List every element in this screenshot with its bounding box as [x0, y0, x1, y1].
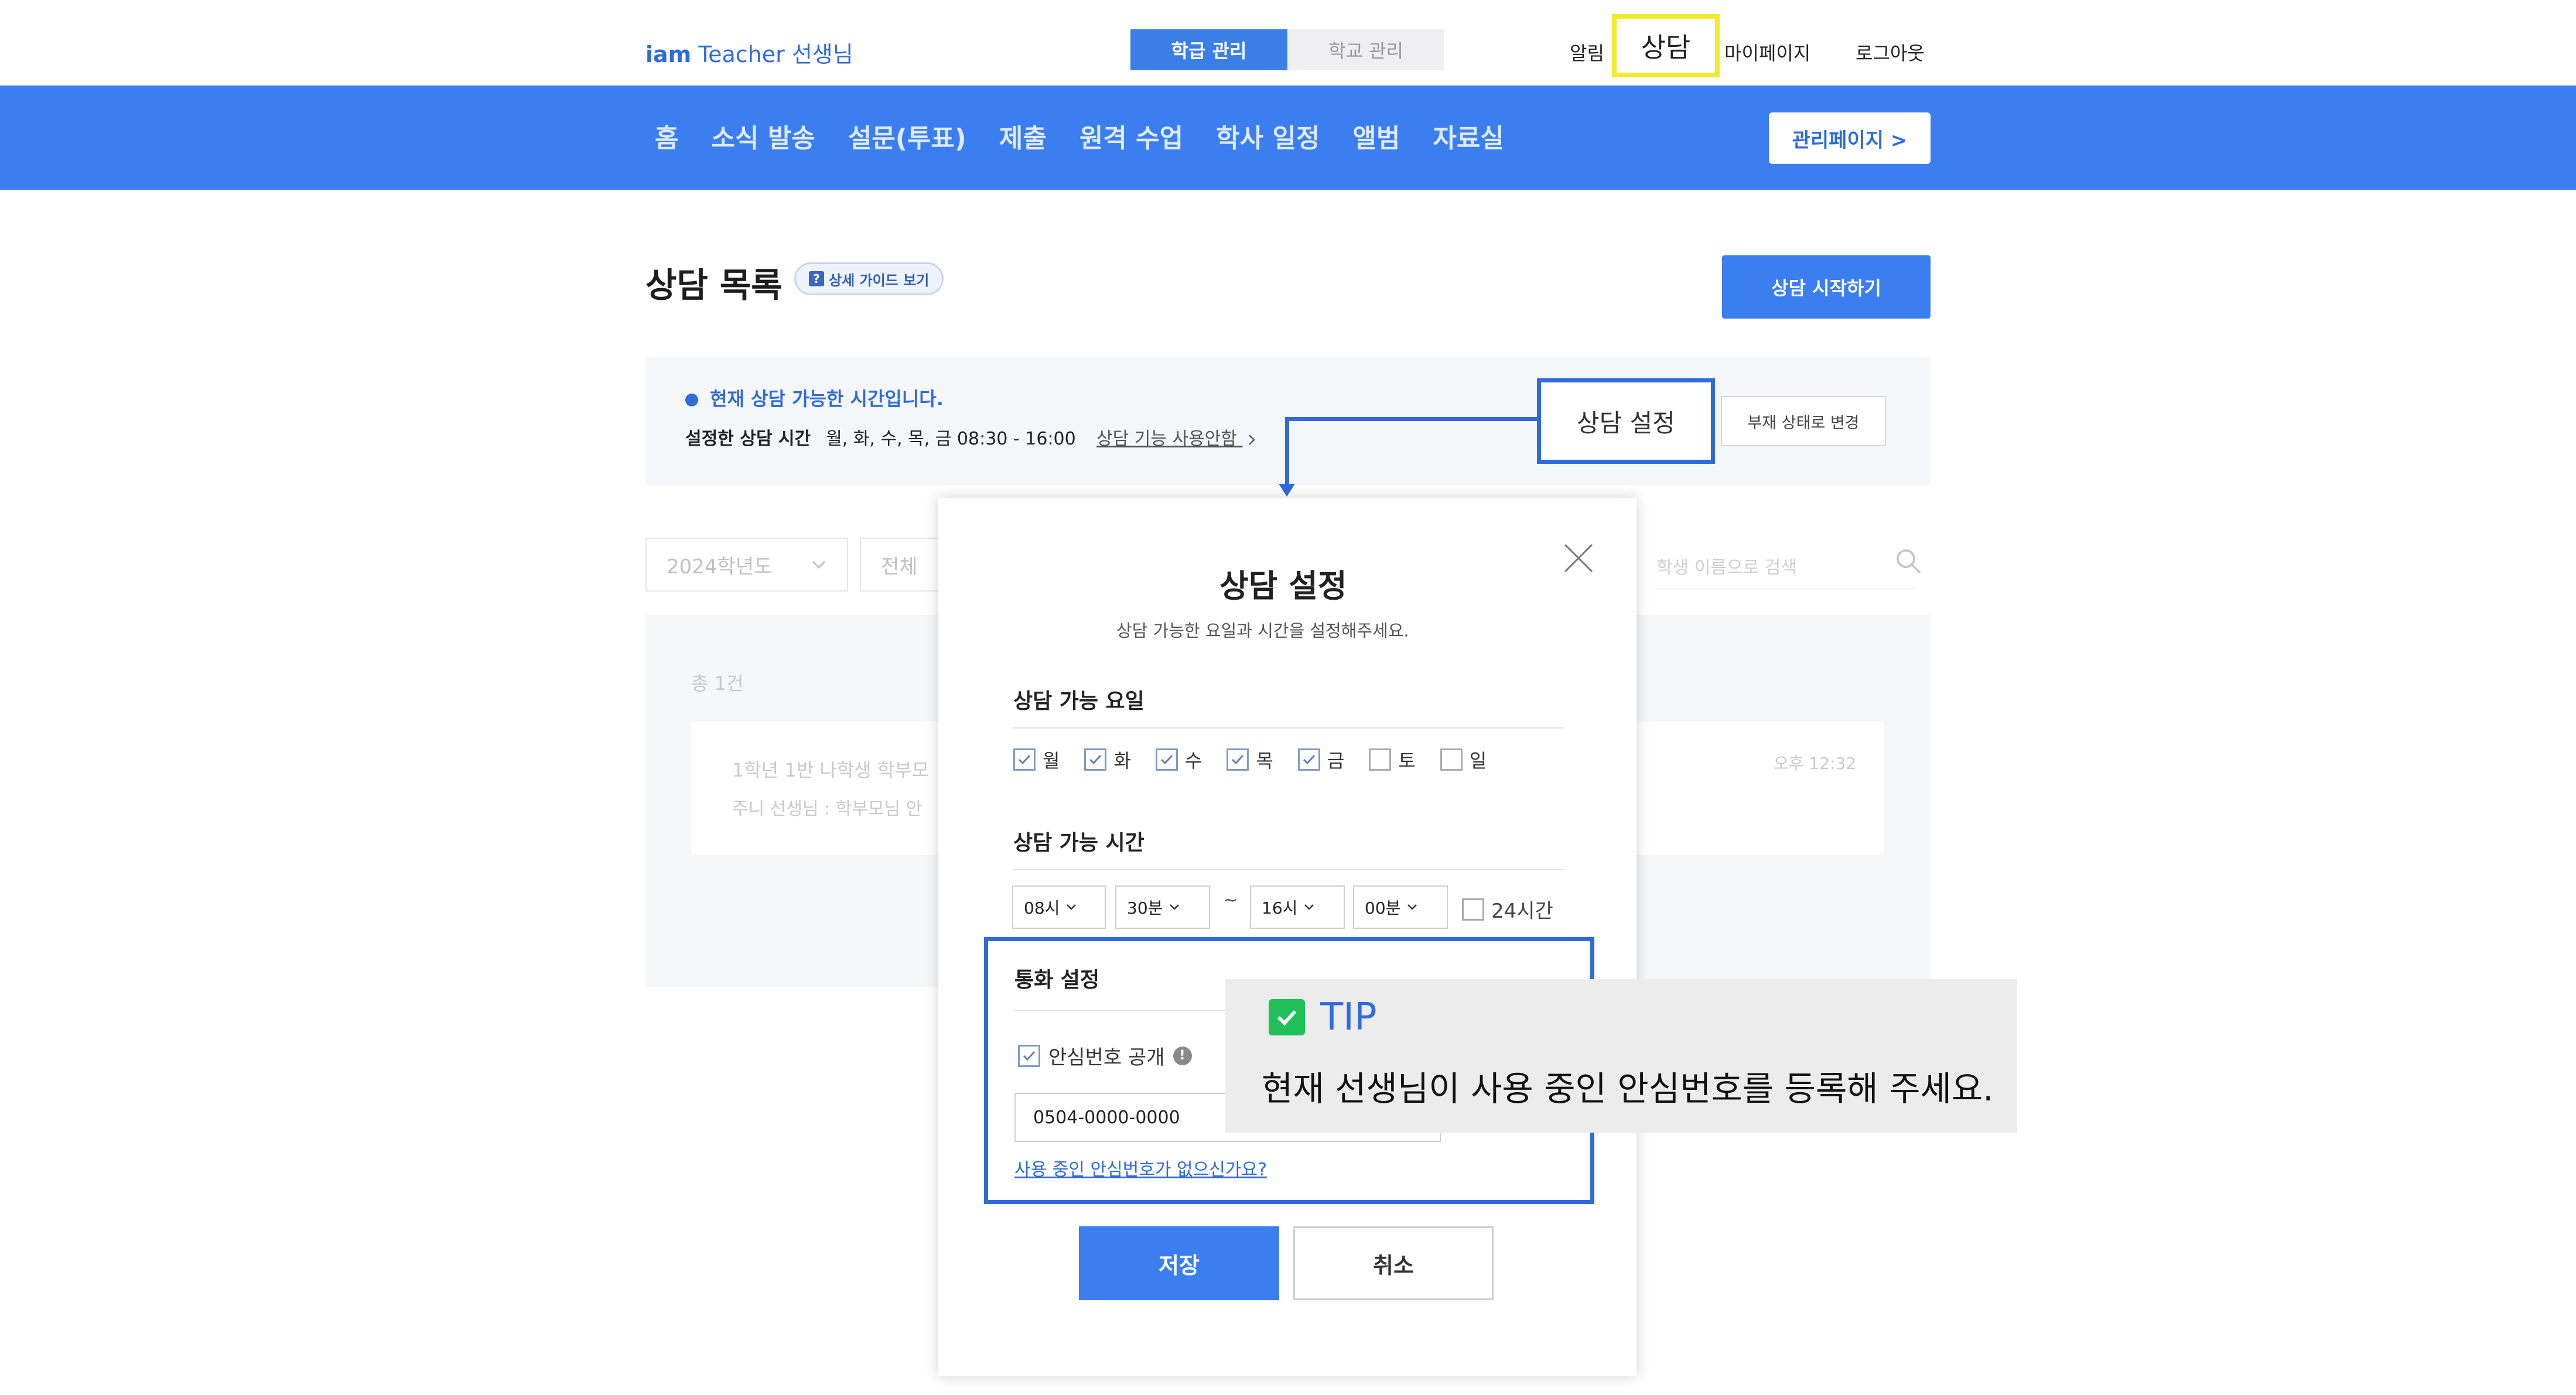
nav-item-submit[interactable]: 제출 — [999, 117, 1047, 155]
notice-link[interactable]: 알림 — [1570, 39, 1604, 66]
admin-page-button[interactable]: 관리페이지 > — [1769, 112, 1931, 164]
checkbox-checked-icon — [1013, 748, 1036, 771]
day-checkbox-group: 월 화 수 목 금 토 일 — [1013, 746, 1487, 773]
info-icon[interactable]: ! — [1173, 1046, 1192, 1065]
logout-link[interactable]: 로그아웃 — [1856, 39, 1925, 66]
nav-item-news[interactable]: 소식 발송 — [711, 117, 815, 155]
all-day-checkbox[interactable]: 24시간 — [1462, 895, 1553, 924]
disable-consult-link[interactable]: 상담 기능 사용안함 — [1096, 424, 1258, 450]
available-status: 현재 상담 가능한 시간입니다. — [685, 384, 944, 411]
day-checkbox-wed[interactable]: 수 — [1155, 746, 1202, 773]
divider — [1014, 1010, 1225, 1011]
search-icon[interactable] — [1894, 547, 1924, 576]
set-absent-button[interactable]: 부재 상태로 변경 — [1721, 396, 1886, 446]
mypage-link[interactable]: 마이페이지 — [1724, 39, 1810, 66]
search-input[interactable]: 학생 이름으로 검색 — [1656, 553, 1797, 579]
safe-number-checkbox[interactable]: 안심번호 공개 ! — [1018, 1041, 1192, 1070]
tip-header: TIP — [1269, 996, 1377, 1039]
start-minute-select[interactable]: 30분 — [1115, 885, 1210, 929]
day-checkbox-sun[interactable]: 일 — [1440, 746, 1487, 773]
nav-item-schedule[interactable]: 학사 일정 — [1216, 117, 1320, 155]
callout-connector — [1287, 417, 1538, 421]
checkbox-unchecked-icon — [1369, 748, 1392, 771]
tip-title: TIP — [1320, 996, 1377, 1039]
cancel-button[interactable]: 취소 — [1293, 1226, 1494, 1300]
chevron-down-icon — [812, 560, 826, 569]
list-item-title: 1학년 1반 나학생 학부모 — [732, 759, 930, 781]
status-dot-icon — [685, 394, 698, 406]
days-section-title: 상담 가능 요일 — [1013, 689, 1144, 713]
day-checkbox-tue[interactable]: 화 — [1084, 746, 1131, 773]
set-time-label: 설정한 상담 시간 — [685, 429, 811, 449]
modal-title: 상담 설정 — [1219, 567, 1347, 604]
checkbox-unchecked-icon — [1440, 748, 1463, 771]
modal-subtitle: 상담 가능한 요일과 시간을 설정해주세요. — [1116, 621, 1409, 641]
set-time-value: 월, 화, 수, 목, 금 08:30 - 16:00 — [826, 429, 1076, 449]
consult-settings-button[interactable]: 상담 설정 — [1537, 378, 1715, 464]
callout-arrow-icon — [1279, 484, 1295, 497]
nav-item-resources[interactable]: 자료실 — [1433, 117, 1504, 155]
no-safe-number-link[interactable]: 사용 중인 안심번호가 없으신가요? — [1014, 1155, 1267, 1181]
start-hour-select[interactable]: 08시 — [1012, 885, 1106, 929]
close-icon[interactable] — [1558, 538, 1599, 579]
checkbox-checked-icon — [1226, 748, 1249, 771]
end-minute-select[interactable]: 00분 — [1353, 885, 1448, 929]
time-range-separator: ~ — [1223, 890, 1238, 911]
checkbox-checked-icon — [1018, 1044, 1040, 1067]
search-underline — [1656, 588, 1914, 589]
callout-connector-vertical — [1285, 417, 1289, 486]
checkbox-checked-icon — [1297, 748, 1320, 771]
day-checkbox-fri[interactable]: 금 — [1297, 746, 1344, 773]
brand-logo[interactable]: iam Teacher 선생님 — [645, 36, 853, 69]
tab-class-management[interactable]: 학급 관리 — [1130, 29, 1287, 70]
day-checkbox-mon[interactable]: 월 — [1013, 746, 1060, 773]
list-item-time: 오후 12:32 — [1774, 754, 1857, 773]
guide-label: 상세 가이드 보기 — [829, 272, 930, 289]
page-title: 상담 목록 — [645, 265, 783, 305]
start-consult-button[interactable]: 상담 시작하기 — [1722, 255, 1931, 319]
time-section-title: 상담 가능 시간 — [1013, 831, 1144, 855]
checkbox-checked-icon — [1084, 748, 1107, 771]
chevron-down-icon — [1170, 904, 1180, 910]
chevron-right-icon — [1249, 434, 1256, 445]
guide-button[interactable]: ? 상세 가이드 보기 — [794, 262, 944, 295]
save-button[interactable]: 저장 — [1079, 1226, 1279, 1300]
divider — [1013, 869, 1564, 870]
set-time-row: 설정한 상담 시간 월, 화, 수, 목, 금 08:30 - 16:00 — [685, 424, 1076, 450]
day-checkbox-sat[interactable]: 토 — [1369, 746, 1416, 773]
nav-item-survey[interactable]: 설문(투표) — [848, 117, 966, 155]
total-count: 총 1건 — [691, 672, 744, 695]
tab-school-management[interactable]: 학교 관리 — [1287, 29, 1444, 70]
nav-item-home[interactable]: 홈 — [655, 117, 678, 155]
consult-link[interactable]: 상담 — [1612, 14, 1720, 77]
chevron-down-icon — [1407, 904, 1417, 910]
checkbox-unchecked-icon — [1462, 898, 1484, 921]
divider — [1013, 727, 1564, 729]
list-item-preview: 주니 선생님 : 학부모님 안 — [732, 799, 923, 819]
tip-text: 현재 선생님이 사용 중인 안심번호를 등록해 주세요. — [1262, 1069, 1994, 1109]
call-section-title: 통화 설정 — [1014, 968, 1100, 992]
checkbox-checked-icon — [1155, 748, 1178, 771]
check-icon — [1269, 999, 1305, 1035]
year-select[interactable]: 2024학년도 — [645, 538, 848, 591]
day-checkbox-thu[interactable]: 목 — [1226, 746, 1273, 773]
nav-item-remote-class[interactable]: 원격 수업 — [1079, 117, 1183, 155]
header-tab-group: 학급 관리 학교 관리 — [1130, 29, 1444, 70]
chevron-down-icon — [1067, 904, 1077, 910]
chevron-down-icon — [1304, 904, 1314, 910]
main-nav: 홈 소식 발송 설문(투표) 제출 원격 수업 학사 일정 앨범 자료실 — [655, 117, 1504, 155]
nav-item-album[interactable]: 앨범 — [1352, 117, 1400, 155]
guide-icon: ? — [809, 271, 824, 286]
end-hour-select[interactable]: 16시 — [1250, 885, 1345, 929]
